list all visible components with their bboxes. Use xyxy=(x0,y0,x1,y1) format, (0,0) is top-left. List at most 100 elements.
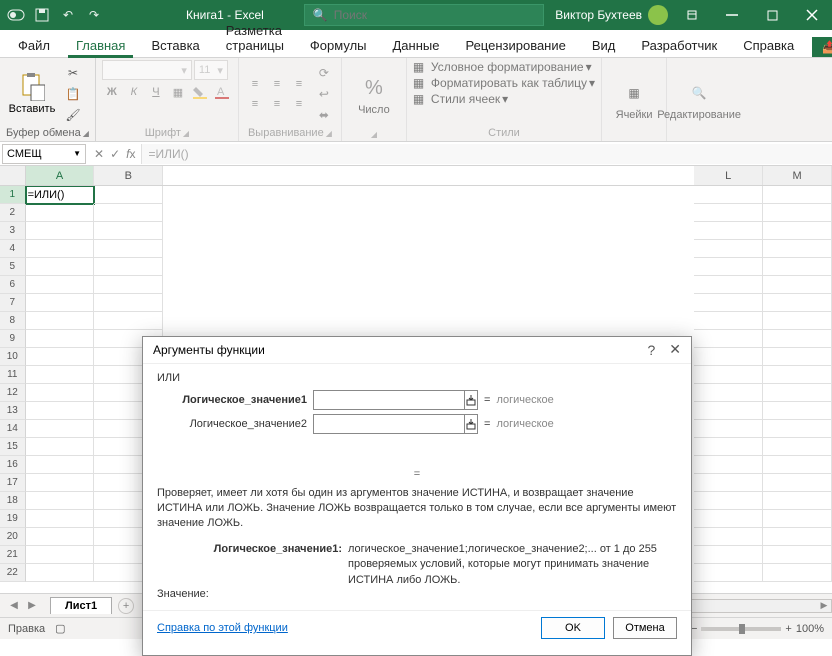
arg2-input[interactable] xyxy=(314,418,464,430)
cell[interactable] xyxy=(26,294,95,312)
cell[interactable] xyxy=(694,384,763,402)
cell[interactable] xyxy=(694,420,763,438)
close-icon[interactable] xyxy=(792,0,832,30)
cell[interactable] xyxy=(94,258,163,276)
cell[interactable] xyxy=(763,384,832,402)
cell[interactable] xyxy=(763,276,832,294)
copy-icon[interactable]: 📋 xyxy=(62,85,84,103)
dialog-launcher-icon[interactable]: ◢ xyxy=(183,129,189,138)
font-size-select[interactable]: 11▾ xyxy=(194,60,228,80)
search-input[interactable] xyxy=(334,8,535,22)
cell[interactable] xyxy=(763,528,832,546)
cell[interactable] xyxy=(94,204,163,222)
cell[interactable] xyxy=(694,510,763,528)
cell[interactable] xyxy=(694,348,763,366)
row-header[interactable]: 3 xyxy=(0,222,26,240)
select-all-corner[interactable] xyxy=(0,166,26,185)
cell[interactable] xyxy=(94,186,163,204)
cell[interactable] xyxy=(94,240,163,258)
cancel-formula-icon[interactable]: ✕ xyxy=(94,147,104,161)
function-help-link[interactable]: Справка по этой функции xyxy=(157,622,288,634)
autosave-toggle[interactable] xyxy=(4,3,28,27)
cell[interactable] xyxy=(763,492,832,510)
tab-review[interactable]: Рецензирование xyxy=(457,34,573,57)
minimize-icon[interactable] xyxy=(712,0,752,30)
row-header[interactable]: 22 xyxy=(0,564,26,582)
sheet-nav-prev[interactable]: ◀ xyxy=(6,600,22,611)
cell[interactable] xyxy=(94,276,163,294)
tab-view[interactable]: Вид xyxy=(584,34,624,57)
cell[interactable] xyxy=(763,222,832,240)
cell[interactable] xyxy=(26,546,95,564)
arg1-input[interactable] xyxy=(314,394,464,406)
tab-developer[interactable]: Разработчик xyxy=(633,34,725,57)
cell[interactable] xyxy=(763,240,832,258)
cell[interactable] xyxy=(26,402,95,420)
tab-help[interactable]: Справка xyxy=(735,34,802,57)
tab-file[interactable]: Файл xyxy=(10,34,58,57)
name-box[interactable]: СМЕЩ▼ xyxy=(2,144,86,164)
row-header[interactable]: 13 xyxy=(0,402,26,420)
align-bottom-icon[interactable]: ≡ xyxy=(289,75,309,93)
cell[interactable] xyxy=(763,348,832,366)
tab-page-layout[interactable]: Разметка страницы xyxy=(218,19,292,57)
column-header[interactable]: L xyxy=(694,166,763,185)
row-header[interactable]: 7 xyxy=(0,294,26,312)
row-header[interactable]: 9 xyxy=(0,330,26,348)
add-sheet-button[interactable]: + xyxy=(118,598,134,614)
cell-styles-button[interactable]: ▦Стили ячеек▾ xyxy=(413,92,508,106)
tab-formulas[interactable]: Формулы xyxy=(302,34,375,57)
cell[interactable] xyxy=(694,312,763,330)
close-icon[interactable]: ✕ xyxy=(669,341,681,358)
cells-button[interactable]: ▦Ячейки xyxy=(608,79,660,121)
cell[interactable] xyxy=(694,528,763,546)
undo-icon[interactable]: ↶ xyxy=(56,3,80,27)
sheet-tab[interactable]: Лист1 xyxy=(50,597,112,614)
zoom-level[interactable]: 100% xyxy=(796,623,824,635)
format-table-button[interactable]: ▦Форматировать как таблицу▾ xyxy=(413,76,595,90)
cell[interactable] xyxy=(763,420,832,438)
align-top-icon[interactable]: ≡ xyxy=(245,75,265,93)
row-header[interactable]: 8 xyxy=(0,312,26,330)
cell[interactable] xyxy=(694,276,763,294)
editing-button[interactable]: 🔍Редактирование xyxy=(673,79,725,121)
column-header[interactable]: A xyxy=(26,166,95,185)
cancel-button[interactable]: Отмена xyxy=(613,617,677,639)
format-painter-icon[interactable]: 🖌 xyxy=(62,106,84,124)
cell[interactable] xyxy=(694,402,763,420)
dialog-launcher-icon[interactable]: ◢ xyxy=(83,129,89,138)
paste-button[interactable]: Вставить xyxy=(6,73,58,115)
font-name-select[interactable]: ▾ xyxy=(102,60,192,80)
cell[interactable] xyxy=(26,222,95,240)
cell[interactable] xyxy=(763,312,832,330)
tab-home[interactable]: Главная xyxy=(68,34,133,57)
cell[interactable] xyxy=(694,240,763,258)
cell[interactable] xyxy=(763,456,832,474)
font-color-icon[interactable]: A xyxy=(212,83,232,101)
cell[interactable] xyxy=(26,564,95,582)
cell[interactable] xyxy=(26,348,95,366)
cell[interactable] xyxy=(94,222,163,240)
search-box[interactable]: 🔍 xyxy=(304,4,544,26)
row-header[interactable]: 16 xyxy=(0,456,26,474)
wrap-text-icon[interactable]: ↩ xyxy=(313,85,335,103)
zoom-in-icon[interactable]: + xyxy=(785,623,791,635)
range-select-icon[interactable] xyxy=(464,391,477,409)
align-middle-icon[interactable]: ≡ xyxy=(267,75,287,93)
cell[interactable] xyxy=(26,276,95,294)
underline-icon[interactable]: Ч xyxy=(146,83,166,101)
dialog-launcher-icon[interactable]: ◢ xyxy=(326,129,332,138)
scroll-right-icon[interactable]: ▶ xyxy=(817,600,831,611)
dialog-launcher-icon[interactable]: ◢ xyxy=(371,130,377,139)
cell[interactable] xyxy=(763,402,832,420)
row-header[interactable]: 1 xyxy=(0,186,26,204)
cell[interactable] xyxy=(694,546,763,564)
cell[interactable] xyxy=(94,312,163,330)
cell[interactable] xyxy=(763,474,832,492)
cell[interactable] xyxy=(26,258,95,276)
italic-icon[interactable]: К xyxy=(124,83,144,101)
cell[interactable] xyxy=(26,330,95,348)
row-header[interactable]: 12 xyxy=(0,384,26,402)
user-account[interactable]: Виктор Бухтеев xyxy=(555,5,668,25)
cell[interactable] xyxy=(763,564,832,582)
